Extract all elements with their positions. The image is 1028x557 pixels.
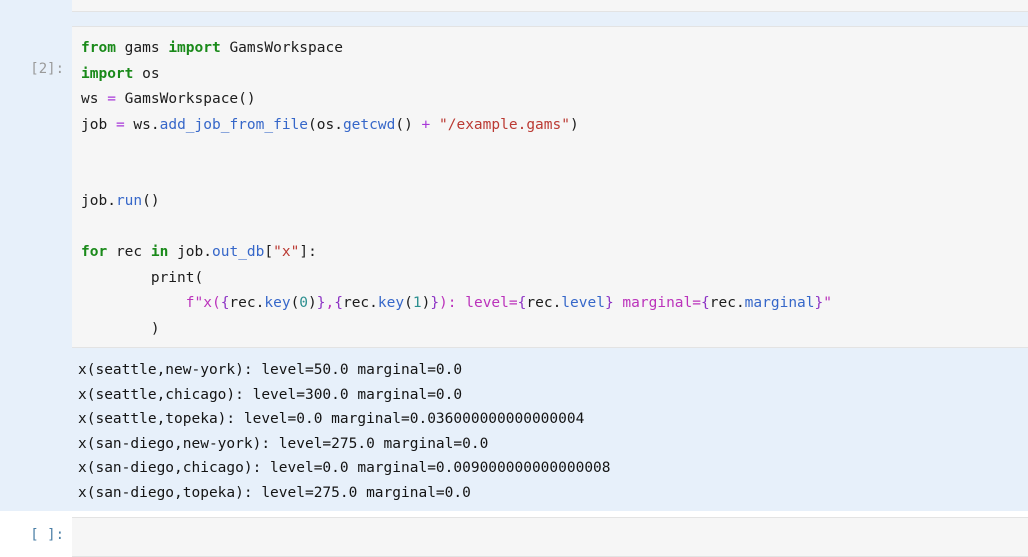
code-cell-empty[interactable]: [ ]: [0,511,1028,552]
var-rec-ref-3: rec [526,295,552,311]
paren-6: ( [195,270,204,286]
number-one: 1 [413,295,422,311]
cell-output-area[interactable]: x(seattle,new-york): level=50.0 marginal… [0,356,1028,511]
fstring-brace-open-2: { [334,295,343,311]
var-rec-ref-1: rec [229,295,255,311]
fstring-level-literal: ): level= [439,295,518,311]
attr-out-db: out_db [212,244,264,260]
fstring-brace-close-3: } [605,295,614,311]
paren-4: ) [570,117,579,133]
fstring-brace-close-1: } [317,295,326,311]
method-key-1: key [264,295,290,311]
stdout-output: x(seattle,new-york): level=50.0 marginal… [78,358,611,505]
method-key-2: key [378,295,404,311]
dot-4: . [203,244,212,260]
var-ws-ref: ws [133,117,150,133]
attr-level: level [561,295,605,311]
input-prompt-label: [2]: [0,59,64,79]
fstring-brace-close-2: } [430,295,439,311]
code-editor[interactable]: from gams import GamsWorkspace import os… [72,26,1028,348]
attr-marginal: marginal [745,295,815,311]
class-gamsworkspace: GamsWorkspace [229,40,343,56]
paren-3: () [395,117,412,133]
plus-operator: + [422,117,431,133]
code-cell-gams[interactable]: [2]: from gams import GamsWorkspace impo… [0,26,1028,356]
paren-11: ) [151,321,160,337]
keyword-for: for [81,244,107,260]
string-x-key: "x" [273,244,299,260]
dot-1: . [151,117,160,133]
var-rec-ref-2: rec [343,295,369,311]
call-gamsworkspace: GamsWorkspace [125,91,239,107]
number-zero: 0 [299,295,308,311]
paren-7: ( [291,295,300,311]
method-getcwd: getcwd [343,117,395,133]
keyword-in: in [151,244,168,260]
string-example-gams: "/example.gams" [439,117,570,133]
var-rec: rec [116,244,142,260]
dot-7: . [553,295,562,311]
module-os-ref: os [317,117,334,133]
previous-cell-partial[interactable] [0,0,1028,26]
keyword-import-2: import [81,66,133,82]
var-rec-ref-4: rec [710,295,736,311]
module-gams: gams [125,40,160,56]
input-prompt-empty-label: [ ]: [0,525,64,545]
paren-1: () [238,91,255,107]
code-editor-empty[interactable] [72,517,1028,557]
previous-cell-editor-edge [72,0,1028,12]
var-job: job [81,117,107,133]
keyword-import: import [168,40,220,56]
dot-2: . [334,117,343,133]
paren-5: () [142,193,159,209]
code-source[interactable]: from gams import GamsWorkspace import os… [72,27,1028,348]
keyword-from: from [81,40,116,56]
fstring-comma: , [326,295,335,311]
fstring-brace-open-4: { [701,295,710,311]
dot-3: . [107,193,116,209]
bracket-close: ]: [299,244,316,260]
paren-10: ) [422,295,431,311]
bracket-open: [ [264,244,273,260]
dot-6: . [369,295,378,311]
fstring-marginal-literal: marginal= [614,295,701,311]
var-ws: ws [81,91,98,107]
paren-2: ( [308,117,317,133]
assign-operator-1: = [107,91,116,107]
method-add-job-from-file: add_job_from_file [160,117,308,133]
var-job-ref-1: job [81,193,107,209]
code-source-empty[interactable] [72,518,1028,557]
notebook-canvas: [2]: from gams import GamsWorkspace impo… [0,0,1028,552]
module-os: os [142,66,159,82]
fstring-prefix: f"x( [186,295,221,311]
builtin-print: print [151,270,195,286]
fstring-suffix-quote: " [823,295,832,311]
paren-8: ) [308,295,317,311]
dot-8: . [736,295,745,311]
assign-operator-2: = [116,117,125,133]
paren-9: ( [404,295,413,311]
var-job-ref-2: job [177,244,203,260]
fstring-brace-close-4: } [815,295,824,311]
method-run: run [116,193,142,209]
